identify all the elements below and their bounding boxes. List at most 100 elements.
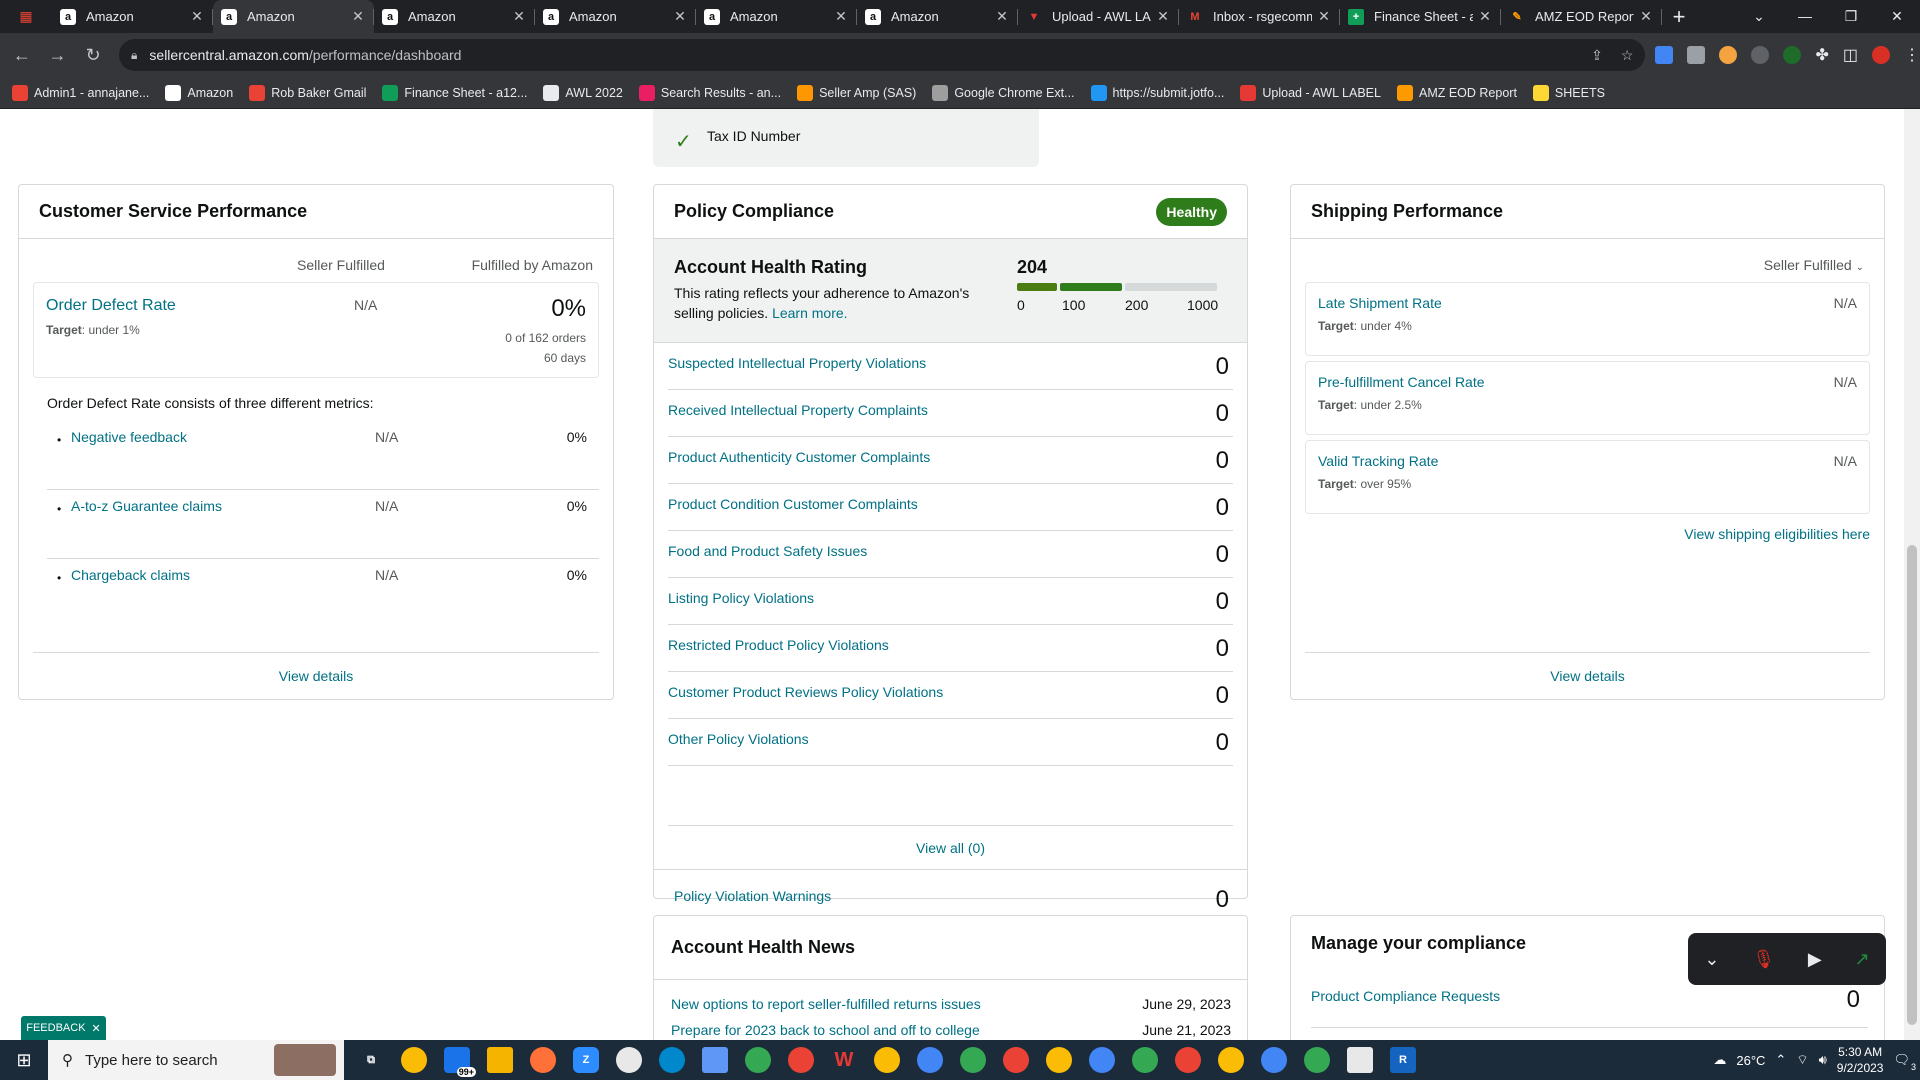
extension-icon[interactable] xyxy=(1751,46,1770,64)
restore-button[interactable]: ❐ xyxy=(1828,8,1874,25)
metric-link[interactable]: A-to-z Guarantee claims xyxy=(71,498,222,514)
forward-button[interactable]: → xyxy=(40,45,76,66)
chrome-profile-icon[interactable] xyxy=(874,1047,900,1073)
chrome-profile-icon[interactable] xyxy=(960,1047,986,1073)
tab-close-icon[interactable]: ✕ xyxy=(994,8,1010,25)
mail-icon[interactable]: 99+ xyxy=(444,1047,476,1077)
chrome-profile-icon[interactable] xyxy=(745,1047,771,1073)
calculator-icon[interactable] xyxy=(1347,1047,1373,1073)
profile-avatar[interactable] xyxy=(1871,46,1890,64)
policy-violation-link[interactable]: Customer Product Reviews Policy Violatio… xyxy=(668,684,943,700)
bookmark-item[interactable]: Upload - AWL LABEL xyxy=(1240,84,1381,101)
browser-tab[interactable]: + Finance Sheet - a1 ✕ xyxy=(1340,0,1501,33)
policy-violation-link[interactable]: Product Condition Customer Complaints xyxy=(668,496,918,512)
app-r-icon[interactable]: R xyxy=(1390,1047,1416,1073)
notepad-icon[interactable] xyxy=(702,1047,728,1073)
chrome-profile-icon[interactable] xyxy=(788,1047,814,1073)
extension-off-icon[interactable] xyxy=(1687,46,1706,64)
minimize-button[interactable]: — xyxy=(1782,8,1828,25)
zoom-icon[interactable]: Z xyxy=(573,1047,599,1073)
share-icon[interactable]: ⇪ xyxy=(1591,47,1603,64)
browser-tab[interactable]: a Amazon ✕ xyxy=(857,0,1018,33)
learn-more-link[interactable]: Learn more. xyxy=(772,305,847,321)
side-panel-icon[interactable]: ◫ xyxy=(1843,45,1858,65)
chrome-profile-icon[interactable] xyxy=(1132,1047,1158,1073)
start-button[interactable]: ⊞ xyxy=(0,1050,48,1071)
reload-button[interactable]: ↻ xyxy=(75,45,111,66)
notification-icon[interactable]: 🗨︎ 3 xyxy=(1893,1052,1916,1072)
browser-tab[interactable]: M Inbox - rsgecomm ✕ xyxy=(1179,0,1340,33)
metric-link[interactable]: Chargeback claims xyxy=(71,567,190,583)
tab-close-icon[interactable]: ✕ xyxy=(833,8,849,25)
browser-tab[interactable]: ▼ Upload - AWL LAB ✕ xyxy=(1018,0,1179,33)
tab-close-icon[interactable]: ✕ xyxy=(511,8,527,25)
firefox-icon[interactable] xyxy=(530,1047,556,1073)
order-defect-rate-link[interactable]: Order Defect Rate xyxy=(46,297,176,315)
cs-view-details-link[interactable]: View details xyxy=(33,652,599,699)
chrome-profile-icon[interactable] xyxy=(1003,1047,1029,1073)
product-compliance-requests-link[interactable]: Product Compliance Requests xyxy=(1311,988,1500,1004)
browser-tab[interactable]: a Amazon ✕ xyxy=(52,0,213,33)
chrome-icon[interactable] xyxy=(401,1047,427,1073)
browser-tab[interactable]: a Amazon ✕ xyxy=(696,0,857,33)
metric-link[interactable]: Negative feedback xyxy=(71,429,187,445)
bookmark-item[interactable]: Search Results - an... xyxy=(638,84,781,101)
back-button[interactable]: ← xyxy=(4,45,40,66)
network-icon[interactable]: ⌔ xyxy=(1796,1052,1808,1068)
chrome-profile-icon[interactable] xyxy=(1046,1047,1072,1073)
page-scrollbar[interactable] xyxy=(1904,109,1920,1056)
tab-close-icon[interactable]: ✕ xyxy=(189,8,205,25)
chrome-profile-icon[interactable] xyxy=(1218,1047,1244,1073)
policy-violation-link[interactable]: Listing Policy Violations xyxy=(668,590,814,606)
news-link[interactable]: Prepare for 2023 back to school and off … xyxy=(671,1022,980,1038)
bookmark-item[interactable]: Google Chrome Ext... xyxy=(932,84,1075,101)
tray-chevron-icon[interactable]: ⌃ xyxy=(1775,1052,1786,1068)
tab-list-chevron-icon[interactable]: ⌄ xyxy=(1736,8,1782,25)
tab-close-icon[interactable]: ✕ xyxy=(672,8,688,25)
task-view-icon[interactable]: ⧉ xyxy=(358,1047,384,1073)
policy-violation-link[interactable]: Product Authenticity Customer Complaints xyxy=(668,449,930,465)
clock[interactable]: 5:30 AM 9/2/2023 xyxy=(1837,1044,1884,1076)
browser-tab[interactable]: ✎ AMZ EOD Report ✕ xyxy=(1501,0,1662,33)
camera-icon[interactable]: ▶︎ xyxy=(1808,949,1822,970)
policy-violation-link[interactable]: Restricted Product Policy Violations xyxy=(668,637,889,653)
scrollbar-thumb[interactable] xyxy=(1907,545,1917,1025)
collapse-chevron-icon[interactable]: ⌄ xyxy=(1704,949,1719,970)
weather-icon[interactable]: ☁ xyxy=(1713,1052,1726,1068)
shipping-metric-link[interactable]: Late Shipment Rate xyxy=(1318,295,1442,311)
tab-close-icon[interactable]: ✕ xyxy=(1316,8,1332,25)
bookmark-item[interactable]: SHEETS xyxy=(1532,84,1605,101)
extension-icon[interactable] xyxy=(1719,46,1738,64)
browser-tab[interactable]: a Amazon ✕ xyxy=(374,0,535,33)
app-w-icon[interactable]: W xyxy=(831,1047,857,1073)
close-icon[interactable]: ✕ xyxy=(92,1022,101,1035)
menu-dots-icon[interactable]: ⋮ xyxy=(1904,45,1920,65)
taskbar-search[interactable]: ⚲ Type here to search xyxy=(48,1040,344,1080)
popout-icon[interactable]: ↗ xyxy=(1854,949,1869,970)
file-explorer-icon[interactable] xyxy=(487,1047,513,1073)
speaker-icon[interactable]: 🔊︎ xyxy=(1819,1052,1827,1068)
extension-icon[interactable] xyxy=(1783,46,1802,64)
puzzle-extensions-icon[interactable]: ✤ xyxy=(1815,45,1828,65)
bookmark-item[interactable]: Admin1 - annajane... xyxy=(12,84,149,101)
mic-muted-icon[interactable]: 🎙︎ xyxy=(1752,949,1775,970)
shipping-metric-link[interactable]: Valid Tracking Rate xyxy=(1318,453,1438,469)
shipping-metric-link[interactable]: Pre-fulfillment Cancel Rate xyxy=(1318,374,1485,390)
extension-icon[interactable] xyxy=(1655,46,1674,64)
news-link[interactable]: New options to report seller-fulfilled r… xyxy=(671,996,981,1012)
tab-search-icon[interactable]: ▦ xyxy=(0,8,52,25)
chrome-profile-icon[interactable] xyxy=(1089,1047,1115,1073)
bookmark-item[interactable]: Seller Amp (SAS) xyxy=(797,84,916,101)
shipping-view-details-link[interactable]: View details xyxy=(1305,652,1870,699)
bookmark-star-icon[interactable]: ☆ xyxy=(1621,47,1634,64)
bookmark-item[interactable]: https://submit.jotfo... xyxy=(1090,84,1224,101)
bookmark-item[interactable]: Rob Baker Gmail xyxy=(249,84,366,101)
close-window-button[interactable]: ✕ xyxy=(1874,8,1920,25)
shipping-eligibilities-link[interactable]: View shipping eligibilities here xyxy=(1684,526,1870,542)
tab-close-icon[interactable]: ✕ xyxy=(1638,8,1654,25)
chrome-profile-icon[interactable] xyxy=(1261,1047,1287,1073)
tab-close-icon[interactable]: ✕ xyxy=(350,8,366,25)
tab-close-icon[interactable]: ✕ xyxy=(1477,8,1493,25)
policy-violation-link[interactable]: Received Intellectual Property Complaint… xyxy=(668,402,928,418)
tab-close-icon[interactable]: ✕ xyxy=(1155,8,1171,25)
